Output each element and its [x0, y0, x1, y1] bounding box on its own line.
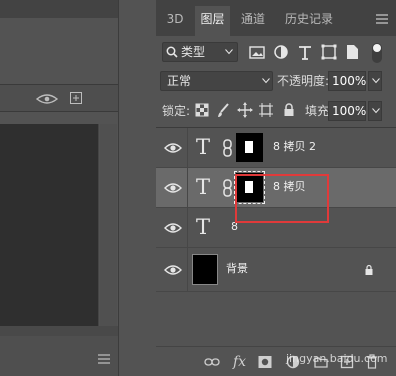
left-bottom-strip — [0, 326, 118, 336]
eye-icon[interactable] — [164, 141, 182, 155]
eye-icon[interactable] — [164, 263, 182, 277]
highlight-box — [235, 174, 329, 223]
link-icon[interactable] — [222, 179, 234, 197]
fill-input[interactable]: 100% — [328, 101, 366, 121]
lock-all-icon[interactable] — [281, 102, 297, 118]
row-separator — [187, 128, 188, 167]
opacity-label: 不透明度: — [277, 74, 330, 88]
lock-artboard-icon[interactable] — [258, 102, 274, 118]
lock-image-pixels-icon[interactable] — [215, 102, 231, 118]
vertical-scrollbar[interactable] — [100, 124, 117, 326]
opacity-dropdown[interactable] — [368, 71, 382, 91]
layer-name[interactable]: 8 拷贝 2 — [273, 139, 316, 155]
chevron-down-icon — [225, 49, 233, 55]
add-icon[interactable] — [70, 92, 82, 104]
filter-toggle-icon[interactable] — [370, 42, 384, 64]
chevron-down-icon — [372, 108, 380, 114]
lock-icon — [365, 264, 373, 275]
adjustment-layer-filter-icon[interactable] — [272, 43, 290, 61]
row-separator — [187, 248, 188, 291]
type-layer-icon: T — [196, 175, 211, 199]
tab-layers[interactable]: 图层 — [195, 6, 230, 36]
pixel-layer-filter-icon[interactable] — [248, 43, 266, 61]
document-title-bar — [0, 0, 118, 18]
mask-white-area — [245, 141, 253, 153]
layer-name[interactable]: 背景 — [226, 261, 248, 277]
opacity-input[interactable]: 100% — [328, 71, 366, 91]
filter-type-label: 类型 — [181, 45, 206, 59]
layer-thumbnail[interactable] — [192, 254, 218, 285]
type-layer-icon: T — [196, 215, 211, 239]
fill-dropdown[interactable] — [368, 101, 382, 121]
layer-row-background[interactable]: 背景 — [156, 248, 396, 292]
layer-row[interactable]: T 8 拷贝 2 — [156, 128, 396, 168]
chevron-down-icon — [262, 78, 270, 84]
search-icon — [166, 46, 178, 58]
canvas-area[interactable] — [0, 124, 99, 326]
blend-mode-select[interactable]: 正常 — [160, 71, 273, 91]
tab-channels[interactable]: 通道 — [235, 6, 271, 36]
tab-3d[interactable]: 3D — [161, 6, 189, 36]
panel-options-icon[interactable] — [376, 14, 388, 24]
link-icon[interactable] — [222, 139, 234, 157]
lock-position-icon[interactable] — [237, 102, 253, 118]
panel-tab-bar: 3D 图层 通道 历史记录 — [156, 0, 396, 36]
document-toolbar — [0, 84, 118, 112]
eye-icon[interactable] — [164, 181, 182, 195]
lock-transparent-pixels-icon[interactable] — [194, 102, 210, 118]
eye-icon[interactable] — [164, 221, 182, 235]
watermark-text: jingyan.baidu.com — [286, 352, 388, 365]
lock-label: 锁定: — [162, 104, 191, 118]
tab-history[interactable]: 历史记录 — [278, 6, 340, 36]
type-layer-filter-icon[interactable] — [296, 43, 314, 61]
panel-menu-icon[interactable] — [98, 354, 110, 364]
type-layer-icon: T — [196, 135, 211, 159]
row-separator — [187, 168, 188, 207]
shape-layer-filter-icon[interactable] — [320, 43, 338, 61]
row-separator — [187, 208, 188, 247]
layer-mask-thumbnail[interactable] — [236, 133, 263, 162]
smart-object-filter-icon[interactable] — [343, 43, 361, 61]
fx-button[interactable]: fx — [233, 354, 246, 370]
link-layers-icon[interactable] — [204, 357, 220, 367]
filter-type-select[interactable]: 类型 — [162, 42, 238, 62]
add-mask-icon[interactable] — [258, 355, 272, 369]
chevron-down-icon — [372, 78, 380, 84]
view-icon[interactable] — [36, 93, 58, 105]
panel-divider — [118, 0, 156, 376]
blend-mode-value: 正常 — [167, 74, 192, 88]
